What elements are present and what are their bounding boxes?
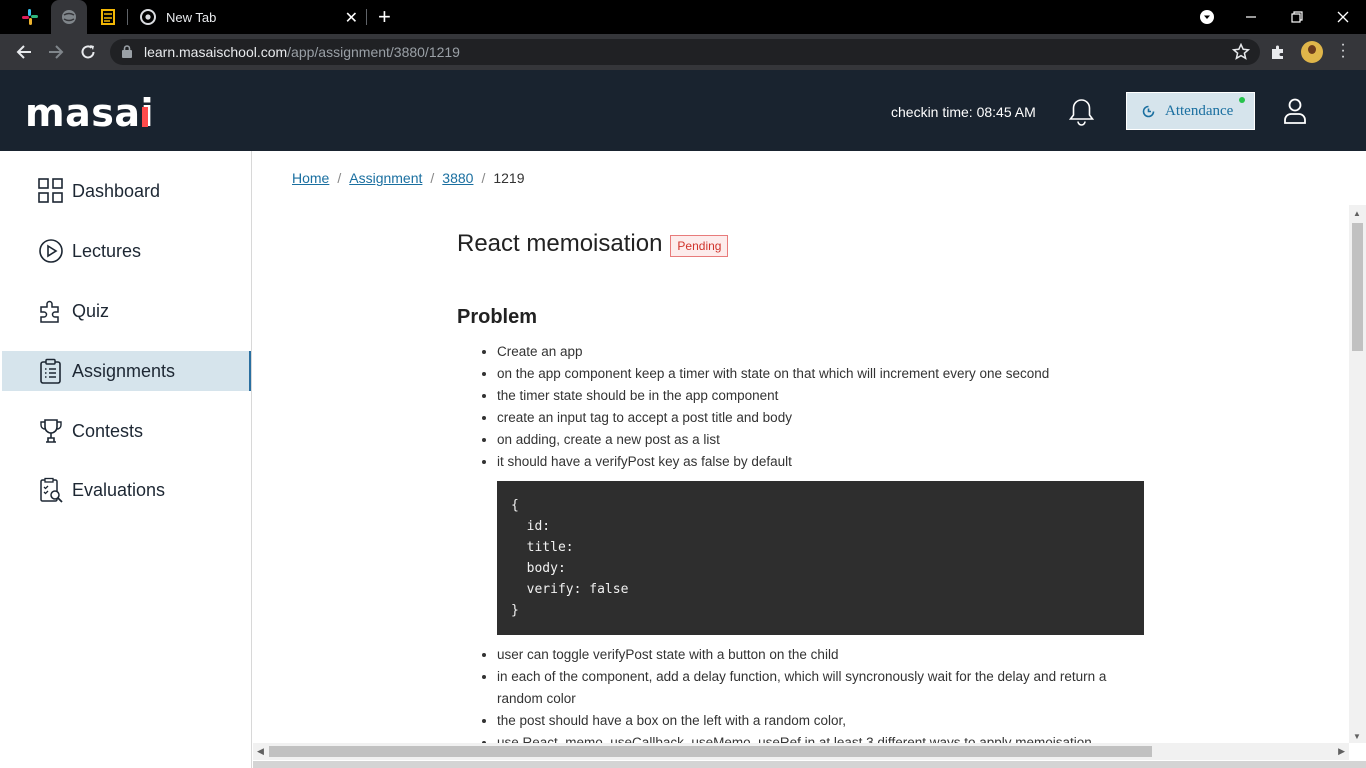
app-header: masai checkin time: 08:45 AM Attendance [0, 70, 1366, 151]
url-text: learn.masaischool.com/app/assignment/388… [144, 44, 460, 60]
bell-icon [1068, 99, 1095, 126]
notifications-button[interactable] [1068, 98, 1095, 131]
globe-icon [62, 10, 76, 24]
trophy-icon [38, 418, 64, 444]
attendance-clock-icon [1142, 105, 1155, 117]
minimize-button[interactable] [1228, 0, 1274, 34]
scroll-right-icon[interactable]: ▶ [1338, 746, 1345, 757]
sidebar-item-dashboard[interactable]: Dashboard [2, 171, 251, 211]
slack-tab[interactable] [12, 0, 48, 34]
sidebar-item-evaluations[interactable]: Evaluations [2, 470, 251, 510]
list-item: the timer state should be in the app com… [497, 385, 1147, 407]
extensions-button[interactable] [1270, 44, 1286, 65]
scroll-down-icon[interactable]: ▼ [1353, 732, 1361, 741]
forward-button[interactable] [43, 40, 69, 64]
play-circle-icon [38, 238, 64, 264]
bookmark-star-icon[interactable] [1232, 43, 1250, 61]
list-item: Create an app [497, 341, 1147, 363]
close-window-button[interactable] [1320, 0, 1366, 34]
dashboard-icon [38, 178, 64, 204]
breadcrumb-assignment-link[interactable]: Assignment [349, 170, 422, 186]
horizontal-scroll-thumb[interactable] [269, 746, 1152, 757]
breadcrumb-current: 1219 [493, 170, 525, 186]
browser-menu-icon[interactable]: · · · [1340, 37, 1346, 65]
address-bar[interactable]: learn.masaischool.com/app/assignment/388… [110, 39, 1260, 65]
user-profile-button[interactable] [1283, 98, 1307, 129]
sidebar-item-quiz[interactable]: Quiz [2, 291, 251, 331]
evaluation-icon [38, 477, 64, 503]
notes-tab[interactable] [90, 0, 126, 34]
list-item: it should have a verifyPost key as false… [497, 451, 1147, 635]
list-item: user can toggle verifyPost state with a … [497, 644, 1147, 666]
list-item: create an input tag to accept a post tit… [497, 407, 1147, 429]
minimize-icon [1246, 16, 1256, 18]
attendance-button[interactable]: Attendance [1126, 92, 1255, 130]
restore-button[interactable] [1274, 0, 1320, 34]
page-title: React memoisation [457, 230, 663, 257]
sidebar-item-label: Quiz [72, 300, 110, 321]
checkin-time: checkin time: 08:45 AM [891, 104, 1036, 120]
reload-icon [81, 45, 95, 59]
assignment-content: React memoisation Pending Problem Create… [457, 230, 1147, 754]
list-item: the post should have a box on the left w… [497, 710, 1147, 732]
clipboard-icon [38, 358, 64, 384]
breadcrumb-id-link[interactable]: 3880 [442, 170, 473, 186]
scroll-left-icon[interactable]: ◀ [257, 746, 264, 757]
sidebar-item-label: Lectures [72, 240, 142, 261]
browser-tab-bar: New Tab ✕ + [0, 0, 1366, 34]
user-icon [1284, 98, 1306, 124]
tab-title: New Tab [166, 9, 217, 25]
slack-icon [22, 9, 38, 25]
sidebar-item-label: Assignments [72, 360, 176, 381]
sidebar-item-contests[interactable]: Contests [2, 411, 251, 451]
vertical-scrollbar[interactable]: ▲ ▼ [1349, 205, 1366, 743]
reload-button[interactable] [75, 40, 101, 64]
notes-icon [101, 9, 115, 25]
section-heading: Problem [457, 306, 538, 328]
masai-logo[interactable]: masai [25, 92, 154, 134]
breadcrumb-home-link[interactable]: Home [292, 170, 329, 186]
tab-search-icon [1200, 10, 1214, 24]
attendance-status-dot [1239, 97, 1245, 103]
breadcrumb: Home / Assignment/3880/1219 [292, 170, 525, 186]
sidebar: Dashboard Lectures Quiz Assignments Cont… [0, 151, 252, 768]
problem-list: Create an app on the app component keep … [457, 341, 1147, 754]
scroll-up-icon[interactable]: ▲ [1353, 209, 1361, 218]
lock-icon [122, 45, 132, 58]
new-tab-button[interactable]: + [378, 4, 391, 30]
sidebar-item-lectures[interactable]: Lectures [2, 231, 251, 271]
list-item: on adding, create a new post as a list [497, 429, 1147, 451]
restore-icon [1291, 11, 1303, 23]
vertical-scroll-thumb[interactable] [1352, 223, 1363, 351]
profile-avatar[interactable] [1301, 41, 1323, 63]
sidebar-item-label: Contests [72, 420, 144, 441]
puzzle-icon [38, 298, 64, 324]
back-button[interactable] [11, 40, 37, 64]
forward-arrow-icon [49, 45, 64, 59]
close-tab-icon[interactable]: ✕ [345, 8, 358, 28]
close-icon [1337, 11, 1349, 23]
tab-new-tab[interactable]: New Tab ✕ [128, 0, 364, 34]
back-arrow-icon [16, 45, 31, 59]
list-item: in each of the component, add a delay fu… [497, 666, 1147, 710]
pinned-tab-active[interactable] [51, 0, 87, 34]
status-badge: Pending [670, 235, 729, 257]
attendance-label: Attendance [1165, 102, 1234, 119]
tab-search-button[interactable] [1184, 0, 1230, 34]
chrome-icon [140, 9, 156, 25]
sidebar-item-label: Dashboard [72, 180, 161, 201]
browser-toolbar: learn.masaischool.com/app/assignment/388… [0, 34, 1366, 70]
horizontal-scrollbar[interactable]: ◀ ▶ [253, 743, 1349, 760]
sidebar-item-assignments[interactable]: Assignments [2, 351, 251, 391]
puzzle-extension-icon [1272, 45, 1283, 59]
sidebar-item-label: Evaluations [72, 479, 166, 500]
list-item: on the app component keep a timer with s… [497, 363, 1147, 385]
code-block: { id: title: body: verify: false } [497, 481, 1144, 635]
outer-horizontal-scrollbar[interactable] [253, 761, 1366, 768]
